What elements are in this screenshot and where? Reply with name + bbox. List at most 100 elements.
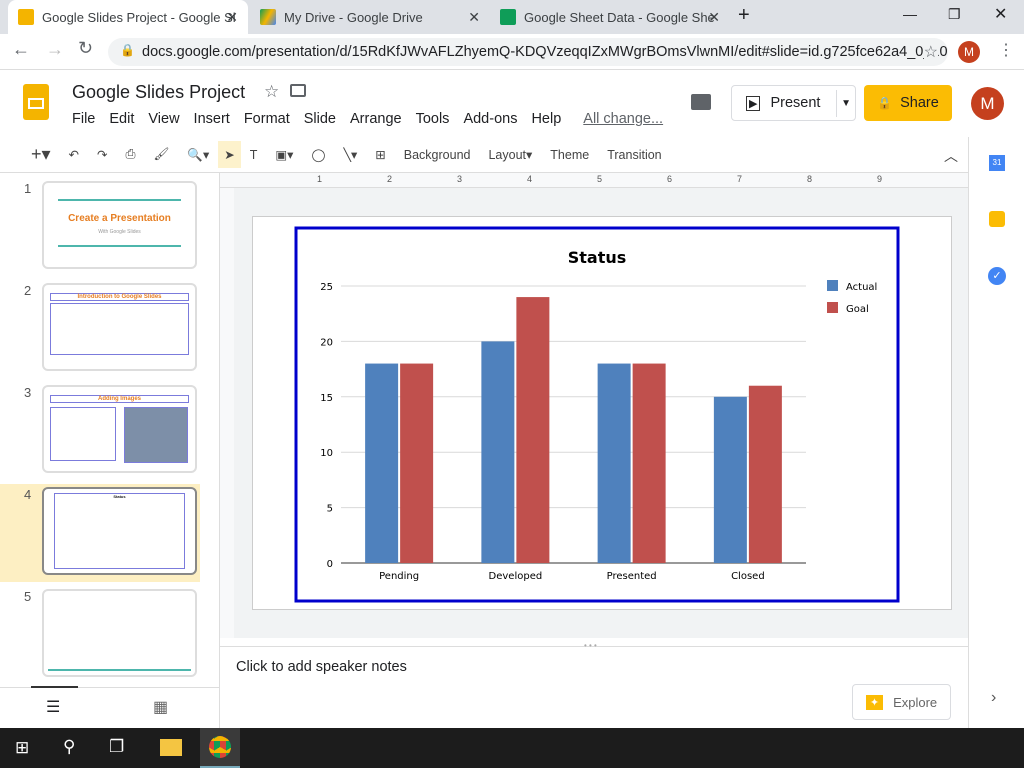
bookmark-star-icon[interactable]: ☆ [923, 42, 938, 62]
slide-thumbnail-1[interactable]: Create a Presentation With Google Slides [42, 181, 197, 269]
filmstrip-view-icon[interactable]: ☰ [46, 697, 60, 717]
resize-handle[interactable]: • • • [584, 641, 597, 650]
close-icon[interactable]: ✕ [226, 9, 238, 26]
image-icon[interactable]: ▣▾ [266, 147, 302, 162]
present-dropdown[interactable]: ▼ [836, 89, 855, 117]
comments-icon[interactable] [691, 94, 711, 110]
line-icon[interactable]: ╲▾ [334, 147, 366, 162]
star-icon[interactable]: ☆ [264, 82, 279, 102]
menu-format[interactable]: Format [244, 111, 290, 127]
back-icon[interactable]: ← [12, 39, 30, 60]
new-slide-icon[interactable]: +▾ [22, 144, 60, 165]
menu-insert[interactable]: Insert [194, 111, 230, 127]
menu-file[interactable]: File [72, 111, 95, 127]
y-tick-label: 5 [327, 504, 333, 515]
menu-help[interactable]: Help [531, 111, 561, 127]
close-icon[interactable]: ✕ [708, 9, 720, 26]
calendar-icon[interactable]: 31 [989, 155, 1005, 171]
y-tick-label: 25 [320, 282, 333, 293]
menu-edit[interactable]: Edit [109, 111, 134, 127]
theme-button[interactable]: Theme [541, 148, 598, 162]
lock-icon: 🔒 [120, 43, 135, 57]
task-view-icon[interactable]: ❐ [109, 737, 124, 757]
slides-icon [18, 9, 34, 25]
explore-button[interactable]: ✦ Explore [852, 684, 951, 720]
slides-logo-icon [23, 84, 49, 120]
url-input[interactable]: 🔒 docs.google.com/presentation/d/15RdKfJW… [108, 38, 948, 66]
tab-sheets[interactable]: Google Sheet Data - Google She ✕ [490, 0, 730, 34]
lock-icon: 🔒 [877, 96, 893, 110]
file-explorer-icon[interactable] [160, 739, 182, 756]
legend-label: Goal [846, 304, 869, 315]
menu-addons[interactable]: Add-ons [463, 111, 517, 127]
share-button[interactable]: 🔒 Share [864, 85, 952, 121]
x-tick-label: Presented [607, 571, 657, 582]
menu-view[interactable]: View [148, 111, 179, 127]
keep-icon[interactable] [989, 211, 1005, 227]
horizontal-ruler: 123456789 [220, 173, 968, 188]
slide[interactable]: Status 0 5 10 15 20 25 Pending Developed Presente… [252, 216, 952, 610]
status-chart[interactable]: Status 0 5 10 15 20 25 Pending Developed Presente… [253, 217, 953, 611]
textbox-icon[interactable]: T [241, 148, 267, 162]
background-button[interactable]: Background [395, 148, 480, 162]
windows-start-icon[interactable]: ⊞ [15, 738, 29, 758]
toolbar: +▾ ↶ ↷ ⎙ 🖌 🔍▾ ➤ T ▣▾ ◯ ╲▾ ⊞ Background Layout▾… [0, 137, 968, 173]
grid-view-icon[interactable]: ▦ [153, 697, 168, 717]
account-avatar[interactable]: M [971, 87, 1004, 120]
menu-tools[interactable]: Tools [416, 111, 450, 127]
tab-slides[interactable]: Google Slides Project - Google Sl ✕ [8, 0, 248, 34]
menu-arrange[interactable]: Arrange [350, 111, 402, 127]
menu-icon[interactable]: ⋮ [998, 40, 1014, 60]
drive-icon [260, 9, 276, 25]
transition-button[interactable]: Transition [598, 148, 670, 162]
close-window-button[interactable]: ✕ [994, 4, 1007, 24]
undo-icon[interactable]: ↶ [60, 147, 88, 162]
slide-thumbnail-4[interactable]: Status [42, 487, 197, 575]
expand-panel-icon[interactable]: › [991, 689, 996, 707]
move-folder-icon[interactable] [290, 84, 306, 97]
slide-thumbnail-5[interactable] [42, 589, 197, 677]
bar-goal [632, 363, 666, 563]
x-tick-label: Closed [731, 571, 765, 582]
collapse-toolbar-icon[interactable]: ︿ [944, 146, 958, 166]
all-changes-link[interactable]: All change... [583, 111, 663, 127]
bar-goal [400, 363, 434, 563]
y-tick-label: 0 [327, 559, 333, 570]
tasks-icon[interactable]: ✓ [988, 267, 1006, 285]
doc-title[interactable]: Google Slides Project [72, 82, 245, 103]
close-icon[interactable]: ✕ [468, 9, 480, 26]
layout-button[interactable]: Layout▾ [479, 147, 541, 162]
sheets-icon [500, 9, 516, 25]
menu-slide[interactable]: Slide [304, 111, 336, 127]
slide-thumbnail-3[interactable]: Adding Images [42, 385, 197, 473]
doc-header: Google Slides Project ☆ File Edit View Inse… [0, 70, 1024, 136]
shape-icon[interactable]: ◯ [302, 147, 334, 162]
legend-label: Actual [846, 282, 877, 293]
present-button[interactable]: ▶ Present ▼ [731, 85, 856, 121]
forward-icon[interactable]: → [46, 39, 64, 60]
comment-add-icon[interactable]: ⊞ [366, 147, 394, 162]
x-tick-label: Pending [379, 571, 419, 582]
slide-thumbnail-2[interactable]: Introduction to Google Slides [42, 283, 197, 371]
bar-actual [481, 341, 515, 563]
chrome-icon [209, 736, 231, 758]
y-tick-label: 20 [320, 337, 333, 348]
restore-button[interactable]: ❐ [948, 6, 961, 23]
print-icon[interactable]: ⎙ [117, 147, 145, 162]
new-tab-button[interactable]: + [738, 4, 750, 27]
profile-avatar[interactable]: M [958, 41, 980, 63]
zoom-icon[interactable]: 🔍▾ [178, 147, 218, 163]
select-icon[interactable]: ➤ [218, 141, 241, 168]
redo-icon[interactable]: ↷ [88, 147, 116, 162]
legend-swatch-goal [827, 302, 838, 313]
bar-goal [516, 297, 550, 563]
tab-drive[interactable]: My Drive - Google Drive ✕ [250, 0, 490, 34]
chrome-taskbar-button[interactable] [200, 728, 240, 768]
bar-actual [597, 363, 631, 563]
legend-swatch-actual [827, 280, 838, 291]
search-icon[interactable]: ⚲ [63, 737, 75, 757]
bar-actual [365, 363, 399, 563]
reload-icon[interactable]: ↻ [78, 38, 93, 59]
paint-format-icon[interactable]: 🖌 [145, 147, 179, 162]
minimize-button[interactable]: — [903, 6, 917, 22]
